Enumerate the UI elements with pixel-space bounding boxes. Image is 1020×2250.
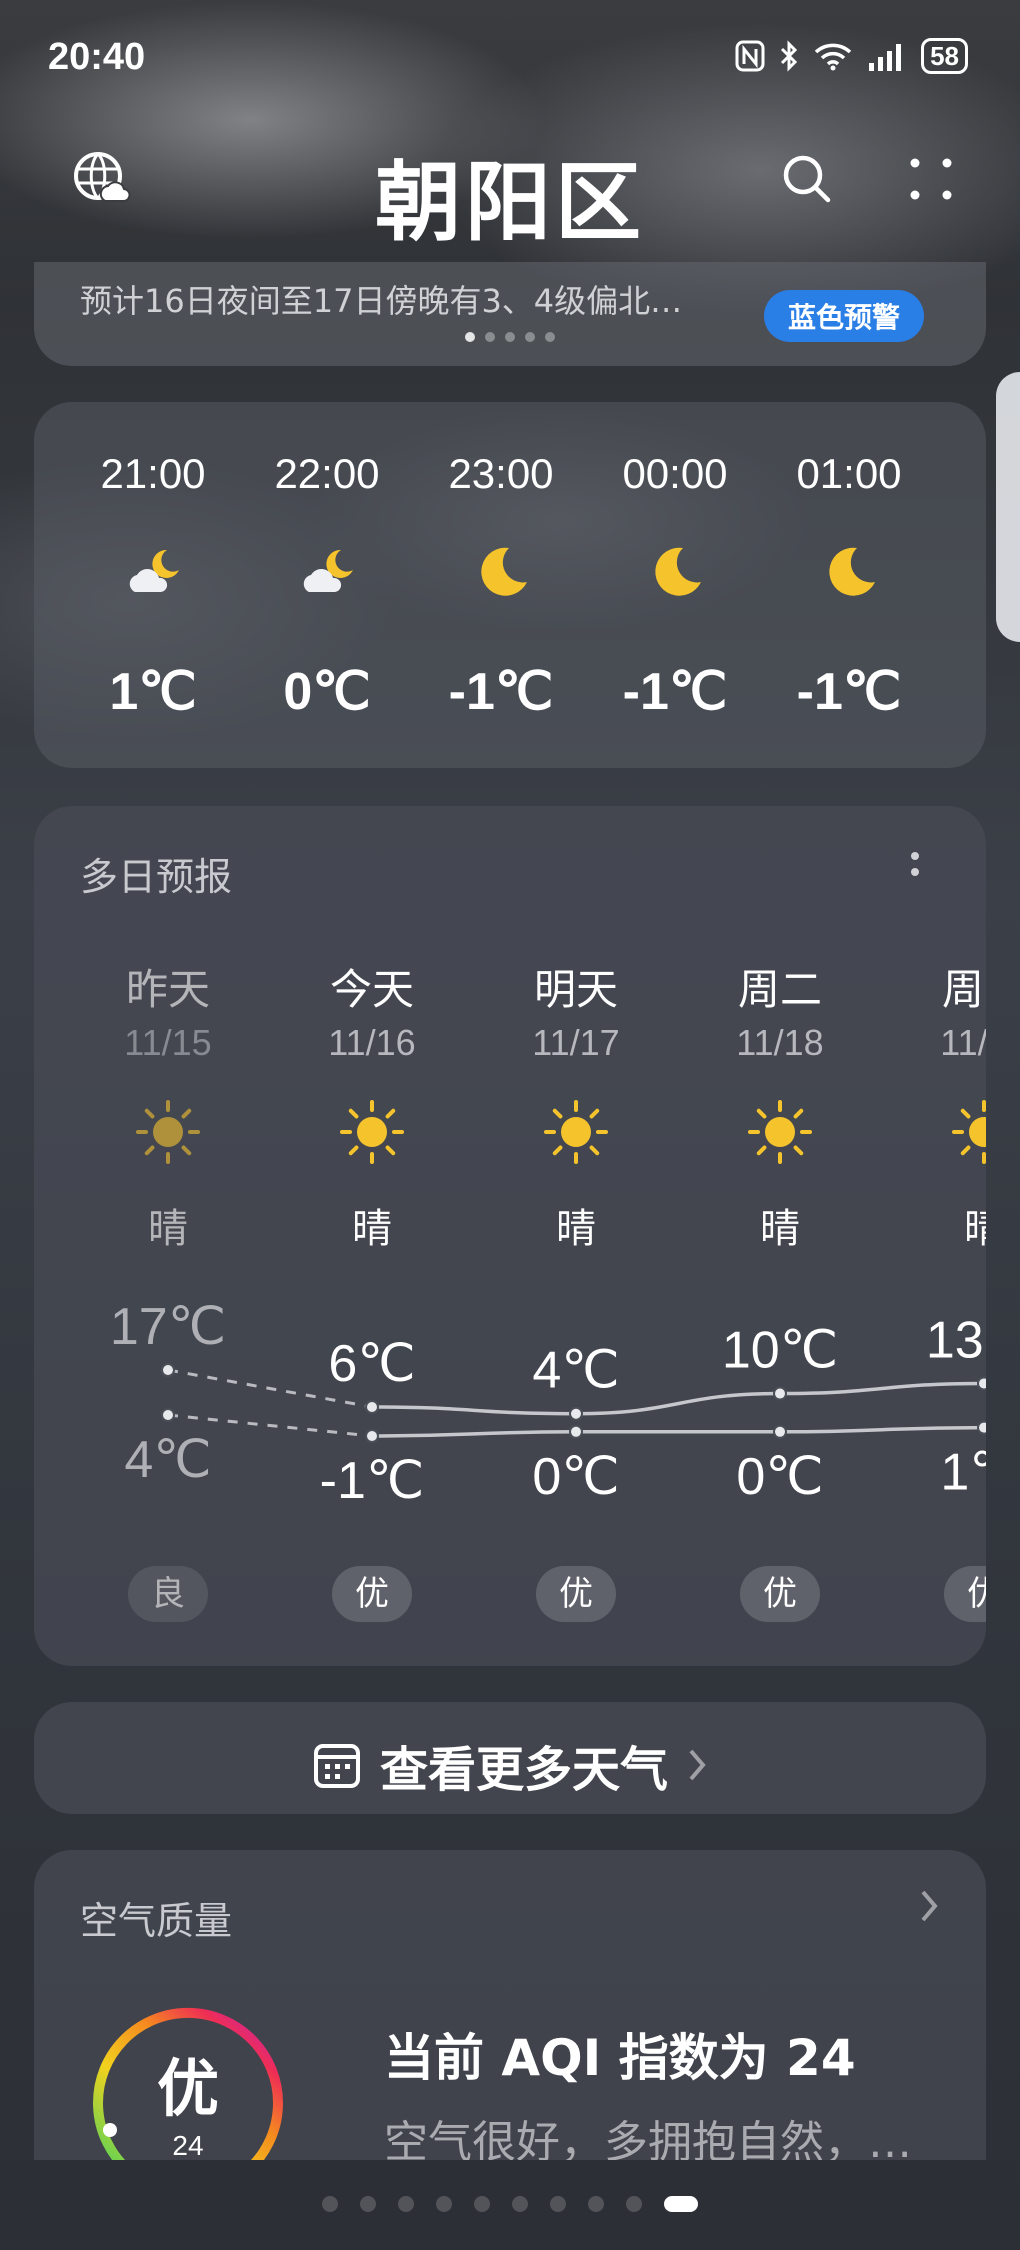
day-condition: 晴 (148, 1206, 188, 1252)
hour-temp: 1℃ (109, 663, 197, 721)
daily-item[interactable]: 周三 11/19 晴 优 (882, 806, 986, 1666)
alert-page-dot (545, 332, 555, 342)
hour-temp: -1℃ (796, 663, 902, 721)
alert-page-dot (465, 332, 475, 342)
day-name: 昨天 (125, 965, 210, 1014)
hour-time: 23:00 (448, 450, 554, 497)
day-aqi-badge: 优 (944, 1566, 986, 1622)
hour-time: 22:00 (274, 450, 380, 497)
aqi-value: 24 (172, 2130, 204, 2160)
chevron-right-icon (689, 1749, 706, 1781)
city-title: 朝阳区 (375, 153, 645, 253)
page-dot[interactable] (322, 2196, 338, 2212)
daily-item[interactable]: 今天 11/16 晴 优 (270, 806, 474, 1666)
hour-temp: -1℃ (448, 663, 554, 721)
hour-time: 00:00 (622, 450, 728, 497)
hour-temp: 0℃ (283, 663, 371, 721)
moon-icon (471, 542, 531, 602)
page-dot[interactable] (474, 2196, 490, 2212)
air-quality-title: 空气质量 (80, 1899, 233, 1943)
wifi-icon (814, 43, 852, 71)
day-date: 11/16 (328, 1022, 416, 1063)
daily-item[interactable]: 昨天 11/15 晴 良 (66, 806, 270, 1666)
more-weather-label: 查看更多天气 (379, 1742, 668, 1798)
sun-icon (744, 1096, 816, 1168)
day-aqi-badge: 优 (740, 1566, 820, 1622)
aqi-description: 空气很好，多拥抱自然，… (384, 2117, 912, 2160)
page-dot[interactable] (626, 2196, 642, 2212)
alert-text: 预计16日夜间至17日傍晚有3、4级偏北… (80, 282, 683, 320)
more-menu-button[interactable] (896, 144, 966, 214)
day-date: 11/15 (124, 1022, 212, 1063)
page-dot[interactable] (512, 2196, 528, 2212)
moon-icon (645, 542, 705, 602)
page-dot[interactable] (360, 2196, 376, 2212)
air-quality-chevron-icon[interactable] (918, 1886, 940, 1936)
more-weather-row: 查看更多天气 (34, 1730, 986, 1800)
search-icon (783, 155, 831, 203)
weather-alert-card[interactable]: 预计16日夜间至17日傍晚有3、4级偏北… 蓝色预警 (34, 262, 986, 366)
day-condition: 晴 (760, 1206, 800, 1252)
day-name: 今天 (329, 965, 414, 1014)
page-dot[interactable] (550, 2196, 566, 2212)
partly-cloudy-night-icon (297, 542, 357, 602)
alert-page-dot (485, 332, 495, 342)
air-quality-card[interactable]: 空气质量 优 24 当前 AQI 指数为 24 空气很好，多拥抱自然，… (34, 1850, 986, 2160)
nfc-icon (735, 40, 765, 72)
day-aqi-badge: 良 (128, 1566, 208, 1622)
calendar-icon (313, 1744, 360, 1788)
hour-time: 01:00 (796, 450, 902, 497)
status-icons: 58 (735, 38, 968, 74)
day-date: 11/19 (940, 1022, 986, 1063)
hour-temp: -1℃ (622, 663, 728, 721)
day-name: 明天 (533, 965, 618, 1014)
aqi-level: 优 (156, 2052, 219, 2125)
day-date: 11/17 (532, 1022, 620, 1063)
day-aqi-badge: 优 (536, 1566, 616, 1622)
partly-cloudy-night-icon (123, 542, 183, 602)
aqi-headline: 当前 AQI 指数为 24 (384, 2029, 856, 2087)
page-dot[interactable] (398, 2196, 414, 2212)
more-weather-button[interactable]: 查看更多天气 (34, 1702, 986, 1814)
alert-page-dot (525, 332, 535, 342)
hourly-forecast-card[interactable]: 21:00 1℃ 22:00 0℃ 23:00 -1℃ 00:00 -1℃ 01:00 … (34, 402, 986, 768)
daily-item[interactable]: 周二 11/18 晴 优 (678, 806, 882, 1666)
day-condition: 晴 (556, 1206, 596, 1252)
day-date: 11/18 (736, 1022, 824, 1063)
hour-temp: -1 (934, 662, 986, 722)
page-indicator[interactable] (0, 2196, 1020, 2212)
search-button[interactable] (772, 144, 842, 214)
page-dot[interactable] (664, 2196, 698, 2212)
page-dot[interactable] (588, 2196, 604, 2212)
alert-page-dots (34, 332, 986, 342)
sun-icon (948, 1096, 986, 1168)
side-panel-handle[interactable] (996, 372, 1020, 642)
day-condition: 晴 (352, 1206, 392, 1252)
sun-icon (540, 1096, 612, 1168)
page-dot[interactable] (436, 2196, 452, 2212)
daily-item[interactable]: 明天 11/17 晴 优 (474, 806, 678, 1666)
day-name: 周二 (737, 965, 822, 1014)
battery-indicator: 58 (921, 38, 968, 74)
dots-grid-icon (910, 158, 952, 200)
sun-icon (336, 1096, 408, 1168)
daily-forecast-card[interactable]: 多日预报 17℃6℃4℃10℃13℃4℃-1℃0℃0℃1℃ 昨天 11/15 晴… (34, 806, 986, 1666)
sun-icon (132, 1096, 204, 1168)
moon-icon (819, 542, 879, 602)
signal-icon (869, 44, 902, 71)
day-aqi-badge: 优 (332, 1566, 412, 1622)
alert-page-dot (505, 332, 515, 342)
hour-time: 21:00 (100, 450, 206, 497)
day-name: 周三 (941, 965, 986, 1014)
hour-time: 02 (934, 450, 986, 498)
status-time: 20:40 (48, 36, 146, 78)
day-condition: 晴 (964, 1206, 986, 1252)
bluetooth-icon (781, 40, 798, 72)
